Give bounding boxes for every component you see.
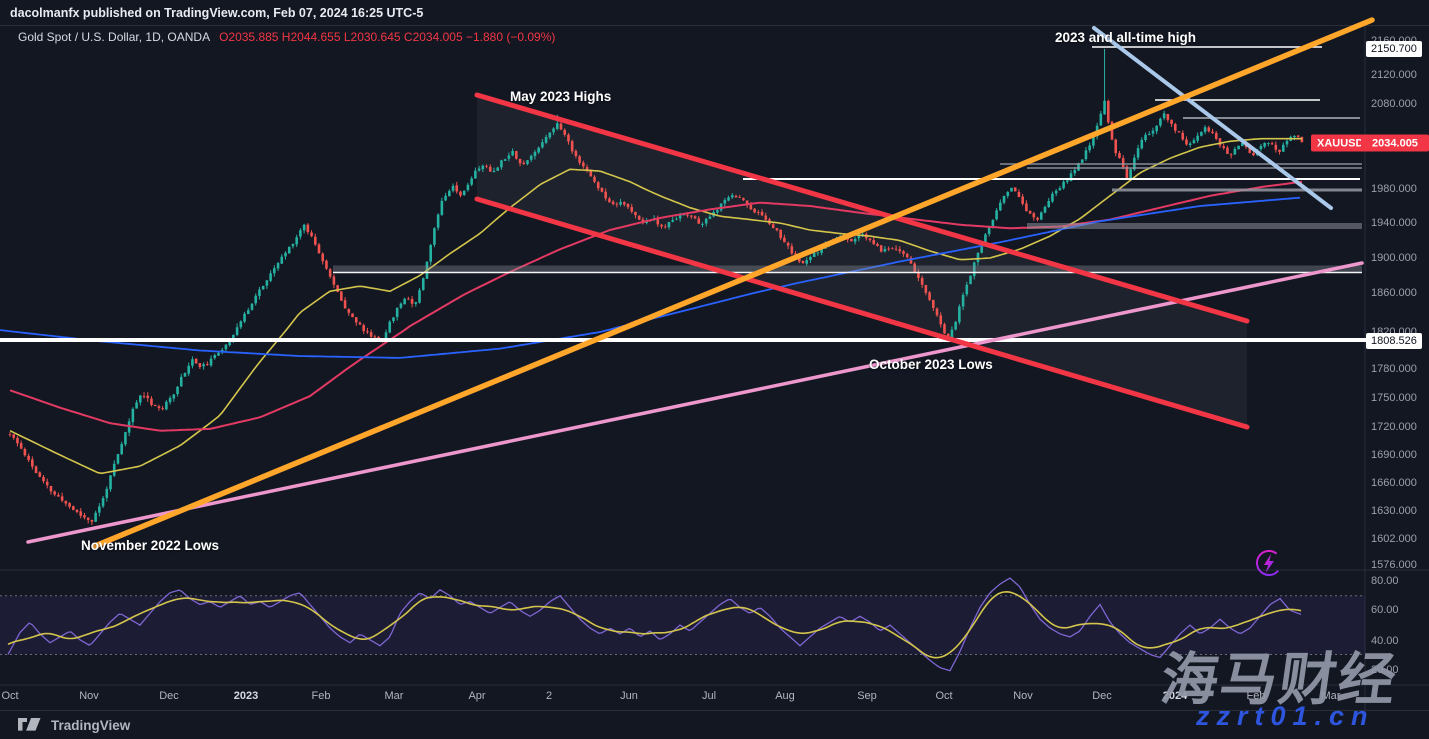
watermark-url-text: zzrt01.cn [1196,701,1375,732]
lightning-boost-icon [1254,548,1284,578]
publish-header: dacolmanfx published on TradingView.com,… [10,6,423,20]
symbol-legend: Gold Spot / U.S. Dollar, 1D, OANDA O2035… [18,30,555,44]
boost-reaction-button[interactable] [1254,548,1284,578]
tradingview-published-chart: dacolmanfx published on TradingView.com,… [0,0,1429,739]
ohlc-values: O2035.885 H2044.655 L2030.645 C2034.005 … [219,30,555,44]
major-trendline-orange [95,20,1372,546]
tradingview-logo[interactable] [18,718,43,733]
symbol-title: Gold Spot / U.S. Dollar, 1D, OANDA [18,30,210,44]
tradingview-brand-text[interactable]: TradingView [51,718,130,733]
chart-canvas[interactable] [0,0,1429,739]
